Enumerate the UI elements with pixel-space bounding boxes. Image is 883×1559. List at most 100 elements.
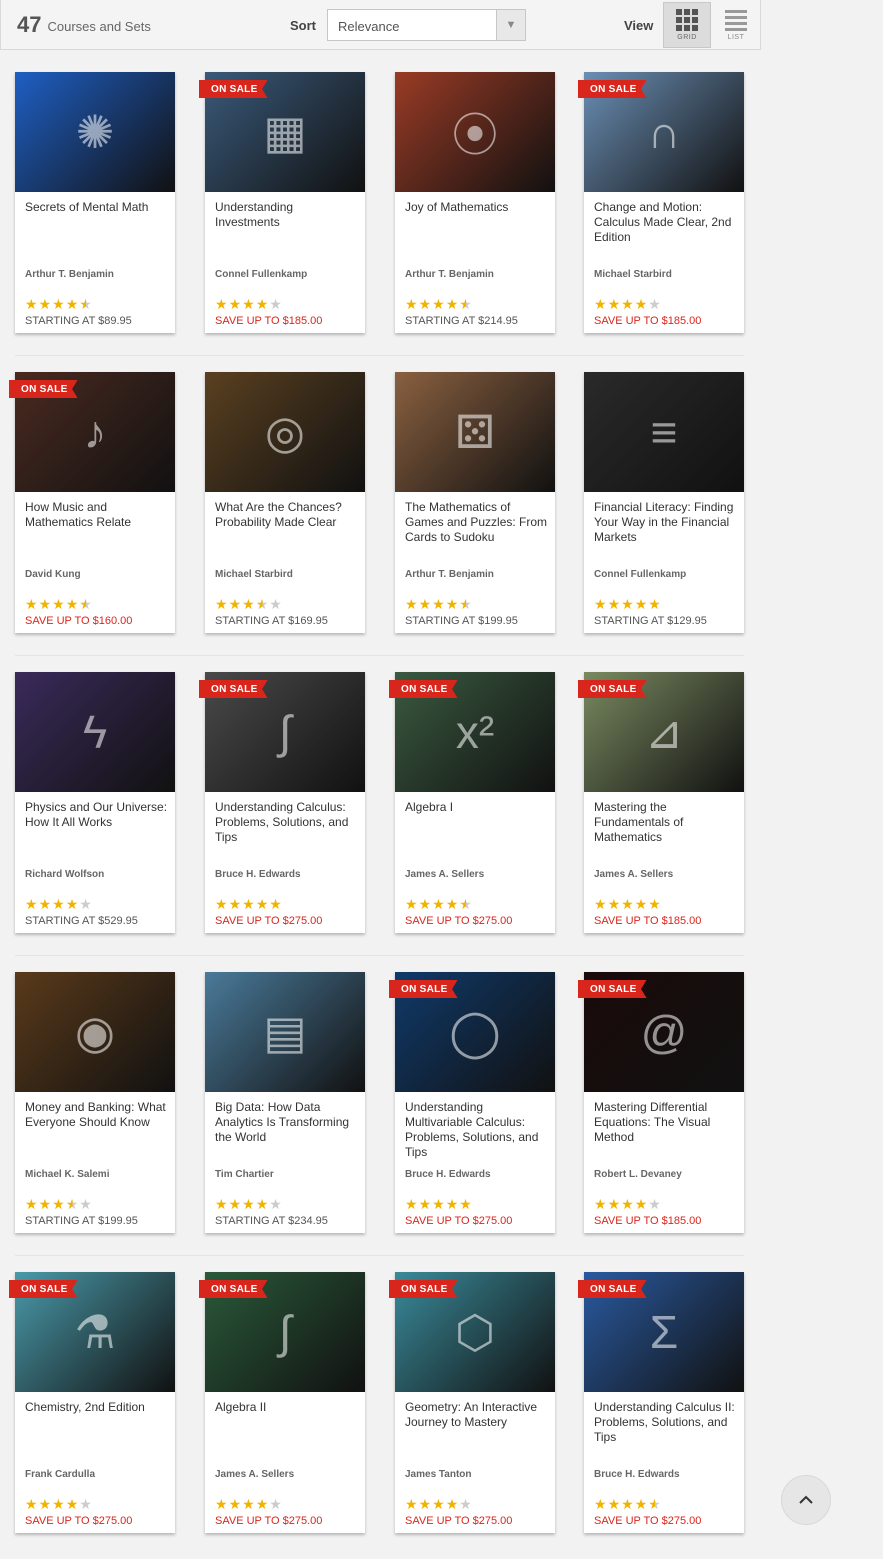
star-full-icon: ★ xyxy=(38,1196,53,1212)
course-rating: ★★★★★ xyxy=(25,1196,93,1213)
course-price: STARTING AT $529.95 xyxy=(25,915,138,927)
course-rating: ★★★★★ xyxy=(405,1496,473,1513)
course-card[interactable]: ⊿ ON SALE Mastering the Fundamentals of Ma… xyxy=(578,672,744,933)
course-card[interactable]: ∫ ON SALE Understanding Calculus: Problems… xyxy=(199,672,365,933)
course-thumbnail[interactable]: ⚄ xyxy=(395,372,555,492)
results-count: 47 xyxy=(17,11,42,37)
course-title[interactable]: Understanding Calculus II: Problems, Sol… xyxy=(594,1400,739,1445)
course-rating: ★★★★★ xyxy=(594,1196,662,1213)
course-title[interactable]: Secrets of Mental Math xyxy=(25,200,170,215)
course-card[interactable]: ϟ Physics and Our Universe: How It All Wo… xyxy=(15,672,175,933)
course-title[interactable]: Algebra I xyxy=(405,800,550,815)
star-full-icon: ★ xyxy=(432,596,446,612)
course-title[interactable]: Understanding Calculus: Problems, Soluti… xyxy=(215,800,360,845)
star-full-icon: ★ xyxy=(634,296,649,312)
course-title[interactable]: Geometry: An Interactive Journey to Mast… xyxy=(405,1400,550,1430)
star-full-icon: ★ xyxy=(621,596,635,612)
sort-selected-value: Relevance xyxy=(338,19,400,34)
grid-view-button[interactable]: GRID xyxy=(663,2,711,48)
star-full-icon: ★ xyxy=(405,596,419,612)
course-title[interactable]: The Mathematics of Games and Puzzles: Fr… xyxy=(405,500,550,545)
course-card[interactable]: ▦ ON SALE Understanding Investments Connel … xyxy=(199,72,365,333)
star-full-icon: ★ xyxy=(432,896,446,912)
course-title[interactable]: Mastering Differential Equations: The Vi… xyxy=(594,1100,739,1145)
course-title[interactable]: Money and Banking: What Everyone Should … xyxy=(25,1100,170,1130)
course-rating: ★★★★★ xyxy=(405,296,473,313)
list-icon xyxy=(725,9,747,31)
brain-icon: ✺ xyxy=(75,106,115,158)
course-card[interactable]: x² ON SALE Algebra I James A. Sellers ★★★★★ S… xyxy=(389,672,555,933)
course-title[interactable]: Change and Motion: Calculus Made Clear, … xyxy=(594,200,739,245)
on-sale-badge: ON SALE xyxy=(389,980,458,998)
star-full-icon: ★ xyxy=(38,596,53,612)
star-half-icon: ★ xyxy=(255,596,270,612)
course-card[interactable]: ◯ ON SALE Understanding Multivariable Calc… xyxy=(389,972,555,1233)
course-card[interactable]: ∫ ON SALE Algebra II James A. Sellers ★★★★★ S… xyxy=(199,1272,365,1533)
course-title[interactable]: Big Data: How Data Analytics Is Transfor… xyxy=(215,1100,360,1145)
course-price: STARTING AT $199.95 xyxy=(405,615,518,627)
star-full-icon: ★ xyxy=(594,896,608,912)
course-rating: ★★★★★ xyxy=(25,1496,93,1513)
course-card[interactable]: ▤ Big Data: How Data Analytics Is Transfo… xyxy=(205,972,365,1233)
star-empty-icon: ★ xyxy=(269,296,283,312)
course-title[interactable]: Understanding Investments xyxy=(215,200,360,230)
on-sale-badge: ON SALE xyxy=(199,1280,268,1298)
course-card[interactable]: ⚄ The Mathematics of Games and Puzzles: F… xyxy=(395,372,555,633)
course-title[interactable]: Joy of Mathematics xyxy=(405,200,550,215)
course-rating: ★★★★★ xyxy=(594,596,662,613)
course-thumbnail[interactable]: ≡ xyxy=(584,372,744,492)
star-full-icon: ★ xyxy=(228,1196,243,1212)
course-title[interactable]: Financial Literacy: Finding Your Way in … xyxy=(594,500,739,545)
star-full-icon: ★ xyxy=(52,1196,66,1212)
course-thumbnail[interactable]: ◎ xyxy=(205,372,365,492)
course-author: Frank Cardulla xyxy=(25,1469,96,1480)
star-empty-icon: ★ xyxy=(648,296,662,312)
star-full-icon: ★ xyxy=(432,1496,446,1512)
course-title[interactable]: What Are the Chances? Probability Made C… xyxy=(215,500,360,530)
on-sale-badge: ON SALE xyxy=(199,680,268,698)
star-full-icon: ★ xyxy=(594,1196,608,1212)
star-full-icon: ★ xyxy=(459,1196,473,1212)
course-card[interactable]: ♪ ON SALE How Music and Mathematics Relate… xyxy=(9,372,175,633)
course-thumbnail[interactable]: ▤ xyxy=(205,972,365,1092)
course-price: STARTING AT $129.95 xyxy=(594,615,707,627)
star-full-icon: ★ xyxy=(65,896,80,912)
course-card[interactable]: ◎ What Are the Chances? Probability Made … xyxy=(205,372,365,633)
star-full-icon: ★ xyxy=(255,1196,270,1212)
star-full-icon: ★ xyxy=(25,1496,39,1512)
course-thumbnail[interactable]: ϟ xyxy=(15,672,175,792)
course-title[interactable]: Mastering the Fundamentals of Mathematic… xyxy=(594,800,739,845)
course-card[interactable]: ⚗ ON SALE Chemistry, 2nd Edition Frank Card… xyxy=(9,1272,175,1533)
course-title[interactable]: Algebra II xyxy=(215,1400,360,1415)
course-title[interactable]: Chemistry, 2nd Edition xyxy=(25,1400,170,1415)
sort-select[interactable]: Relevance ▼ xyxy=(327,9,526,41)
star-full-icon: ★ xyxy=(445,596,460,612)
course-thumbnail[interactable]: ✺ xyxy=(15,72,175,192)
star-full-icon: ★ xyxy=(634,596,649,612)
course-card[interactable]: ◉ Money and Banking: What Everyone Should… xyxy=(15,972,175,1233)
course-card[interactable]: ≡ Financial Literacy: Finding Your Way in… xyxy=(584,372,744,633)
row-divider xyxy=(15,1255,744,1256)
star-full-icon: ★ xyxy=(215,296,229,312)
course-thumbnail[interactable]: ◉ xyxy=(15,972,175,1092)
course-thumbnail[interactable]: ⦿ xyxy=(395,72,555,192)
course-title[interactable]: How Music and Mathematics Relate xyxy=(25,500,170,530)
course-title[interactable]: Physics and Our Universe: How It All Wor… xyxy=(25,800,170,830)
course-card[interactable]: ✺ Secrets of Mental Math Arthur T. Benjami… xyxy=(15,72,175,333)
star-full-icon: ★ xyxy=(445,1496,460,1512)
course-author: Michael Starbird xyxy=(594,269,672,280)
course-title[interactable]: Understanding Multivariable Calculus: Pr… xyxy=(405,1100,550,1160)
scroll-to-top-button[interactable] xyxy=(781,1475,831,1525)
course-card[interactable]: ∩ ON SALE Change and Motion: Calculus Made… xyxy=(578,72,744,333)
course-card[interactable]: ⦿ Joy of Mathematics Arthur T. Benjamin ★★★… xyxy=(395,72,555,333)
star-empty-icon: ★ xyxy=(459,1496,473,1512)
course-card[interactable]: ⬡ ON SALE Geometry: An Interactive Journey… xyxy=(389,1272,555,1533)
star-full-icon: ★ xyxy=(648,896,662,912)
list-view-button[interactable]: LIST xyxy=(712,2,760,48)
course-card[interactable]: Σ ON SALE Understanding Calculus II: Probl… xyxy=(578,1272,744,1533)
course-price: SAVE UP TO $275.00 xyxy=(405,915,513,927)
course-rating: ★★★★★ xyxy=(594,296,662,313)
course-card[interactable]: @ ON SALE Mastering Differential Equations… xyxy=(578,972,744,1233)
star-full-icon: ★ xyxy=(215,896,229,912)
row-divider xyxy=(15,355,744,356)
